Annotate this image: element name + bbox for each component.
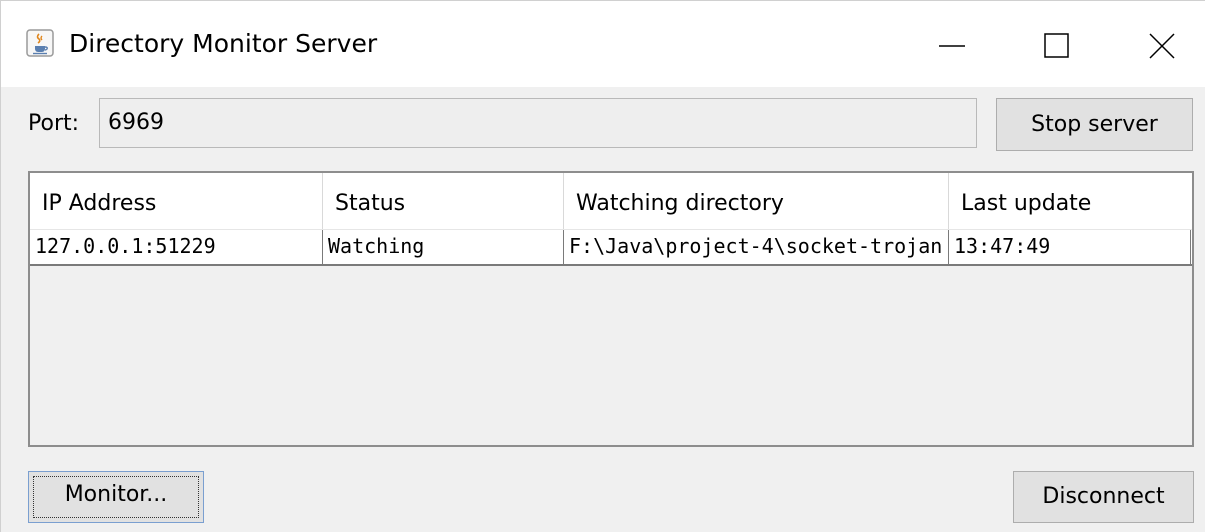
title-bar: Directory Monitor Server bbox=[1, 1, 1205, 87]
column-header-watching-directory[interactable]: Watching directory bbox=[564, 173, 949, 229]
column-header-status[interactable]: Status bbox=[323, 173, 564, 229]
minimize-icon[interactable] bbox=[929, 23, 975, 69]
column-header-ip-address[interactable]: IP Address bbox=[30, 173, 323, 229]
cell-last-update[interactable]: 13:47:49 bbox=[949, 230, 1191, 264]
port-field[interactable]: 6969 bbox=[99, 98, 977, 148]
disconnect-button[interactable]: Disconnect bbox=[1013, 471, 1194, 523]
window-title: Directory Monitor Server bbox=[69, 29, 378, 58]
monitor-button[interactable]: Monitor... bbox=[28, 471, 204, 523]
port-label: Port: bbox=[28, 111, 80, 136]
column-header-last-update[interactable]: Last update bbox=[949, 173, 1192, 229]
cell-watching-directory[interactable]: F:\Java\project-4\socket-trojan bbox=[564, 230, 949, 264]
table-row[interactable]: 127.0.0.1:51229 Watching F:\Java\project… bbox=[30, 230, 1192, 266]
cell-status[interactable]: Watching bbox=[323, 230, 564, 264]
close-icon[interactable] bbox=[1139, 23, 1185, 69]
stop-server-button[interactable]: Stop server bbox=[996, 98, 1193, 151]
focus-ring bbox=[33, 476, 199, 518]
app-window: Directory Monitor Server Port: 6969 Stop… bbox=[0, 0, 1205, 532]
table-header: IP Address Status Watching directory Las… bbox=[30, 173, 1192, 230]
cell-ip-address[interactable]: 127.0.0.1:51229 bbox=[30, 230, 323, 264]
java-cup-icon bbox=[26, 29, 54, 57]
clients-table: IP Address Status Watching directory Las… bbox=[28, 171, 1194, 447]
maximize-icon[interactable] bbox=[1034, 23, 1080, 69]
